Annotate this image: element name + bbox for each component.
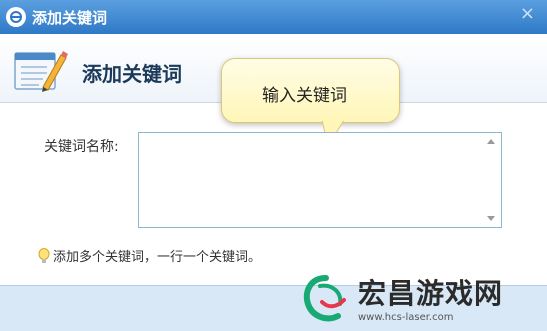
watermark-logo-icon	[303, 275, 346, 322]
close-icon[interactable]: ×	[520, 3, 535, 24]
keyword-textarea[interactable]	[138, 132, 502, 228]
watermark-brand: 宏昌游戏网	[358, 277, 504, 310]
keyword-name-label: 关键词名称:	[44, 139, 119, 155]
add-keyword-dialog: 添加关键词 × 添加关键词 输入关键词 关键词名称: 添加多个关键词，一行一个关…	[0, 0, 547, 331]
watermark: 宏昌游戏网 www.hcs-laser.com	[300, 270, 545, 330]
scroll-down-arrow-icon[interactable]	[487, 216, 495, 221]
notepad-pencil-icon	[13, 47, 69, 97]
browser-logo-icon	[6, 7, 26, 27]
dialog-title: 添加关键词	[32, 9, 108, 27]
scroll-up-arrow-icon[interactable]	[487, 139, 495, 144]
hint-text: 添加多个关键词，一行一个关键词。	[53, 250, 262, 265]
title-bar: 添加关键词 ×	[0, 0, 547, 34]
hint-row: 添加多个关键词，一行一个关键词。	[38, 246, 261, 265]
tooltip-callout: 输入关键词	[221, 58, 400, 123]
header-title: 添加关键词	[82, 62, 182, 86]
watermark-url: www.hcs-laser.com	[358, 312, 454, 323]
lightbulb-icon	[38, 248, 50, 263]
tooltip-text: 输入关键词	[262, 86, 347, 106]
